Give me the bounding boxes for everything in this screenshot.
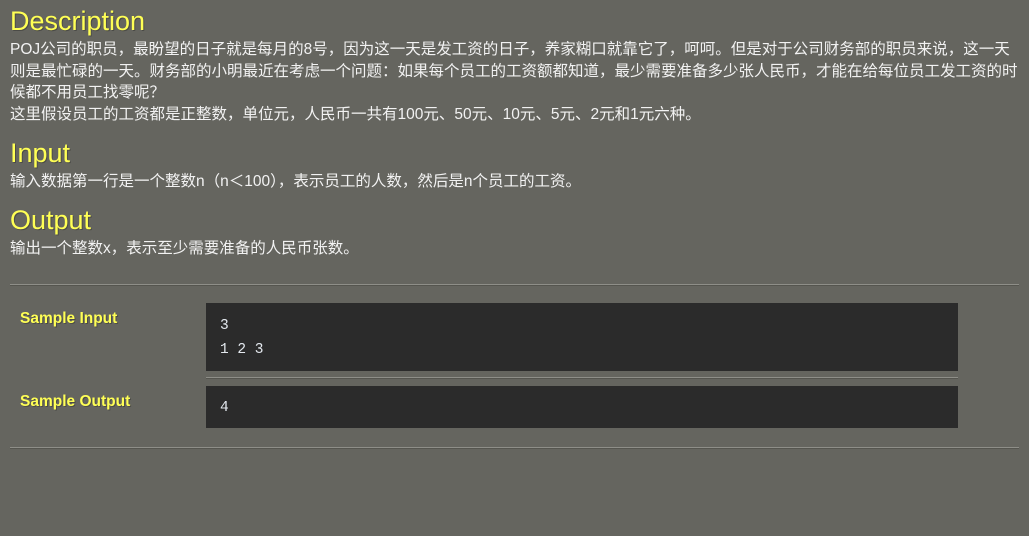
description-paragraph-2: 这里假设员工的工资都是正整数，单位元，人民币一共有100元、50元、10元、5元… xyxy=(10,105,701,123)
output-paragraph-1: 输出一个整数x，表示至少需要准备的人民币张数。 xyxy=(10,239,359,257)
description-body: POJ公司的职员，最盼望的日子就是每月的8号，因为这一天是发工资的日子，养家糊口… xyxy=(10,36,1019,125)
problem-statement-page: Description POJ公司的职员，最盼望的日子就是每月的8号，因为这一天… xyxy=(0,0,1029,536)
sample-output-label: Sample Output xyxy=(20,393,131,410)
input-body: 输入数据第一行是一个整数n（n＜100），表示员工的人数，然后是n个员工的工资。 xyxy=(10,168,1019,193)
sample-input-label: Sample Input xyxy=(20,310,118,327)
sample-output-column: 4 xyxy=(206,386,958,428)
sample-input-row: Sample Input 3 1 2 3 xyxy=(10,303,1019,386)
samples-top-divider xyxy=(10,284,1019,286)
sample-output-code[interactable]: 4 xyxy=(206,386,958,428)
sample-input-column: 3 1 2 3 xyxy=(206,303,958,386)
samples-bottom-divider xyxy=(10,447,1019,449)
input-heading: Input xyxy=(10,138,71,168)
output-heading: Output xyxy=(10,204,92,235)
sample-input-code[interactable]: 3 1 2 3 xyxy=(206,303,958,371)
description-heading: Description xyxy=(10,6,146,36)
description-paragraph-1: POJ公司的职员，最盼望的日子就是每月的8号，因为这一天是发工资的日子，养家糊口… xyxy=(10,41,1018,101)
samples-middle-divider xyxy=(206,377,958,379)
output-body: 输出一个整数x，表示至少需要准备的人民币张数。 xyxy=(10,235,1019,260)
input-paragraph-1: 输入数据第一行是一个整数n（n＜100），表示员工的人数，然后是n个员工的工资。 xyxy=(10,173,581,190)
sample-output-row: Sample Output 4 xyxy=(10,386,1019,428)
